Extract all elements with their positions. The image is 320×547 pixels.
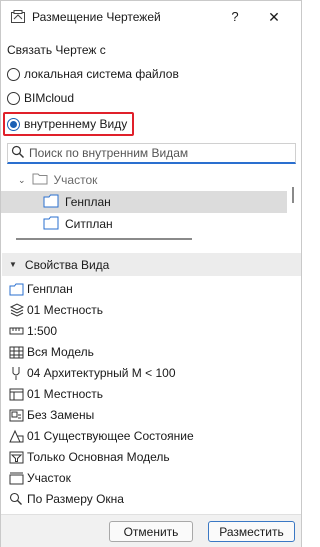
search-icon [11, 145, 25, 162]
prop-row-pen: 04 Архитектурный М < 100 [8, 363, 176, 383]
model-view-icon [8, 386, 24, 402]
title-bar[interactable]: Размещение Чертежей ? ✕ [1, 1, 301, 33]
search-box[interactable] [7, 143, 296, 164]
dialog-footer: Отменить Разместить [1, 514, 301, 547]
folder-icon [32, 172, 48, 188]
filter-icon [8, 449, 24, 465]
place-button[interactable]: Разместить [208, 521, 295, 542]
view-icon [8, 281, 24, 297]
chevron-down-icon[interactable]: ⌄ [18, 175, 26, 186]
prop-row-override: Без Замены [8, 405, 94, 425]
graphic-override-icon [8, 407, 24, 423]
prop-value: Участок [27, 471, 71, 485]
collapse-caret-icon[interactable]: ▼ [9, 260, 17, 269]
radio-local-files-label: локальная система файлов [24, 67, 179, 81]
prop-value: Только Основная Модель [27, 450, 170, 464]
dialog-window: Размещение Чертежей ? ✕ Связать Чертеж с… [0, 0, 302, 547]
prop-value: Вся Модель [27, 345, 94, 359]
link-label: Связать Чертеж с [7, 43, 106, 57]
cancel-button[interactable]: Отменить [109, 521, 193, 542]
radio-internal-view-label: внутреннему Виду [24, 117, 128, 131]
view-tree[interactable]: ⌄ Участок Генплан Ситплан [1, 168, 301, 238]
view-icon [43, 194, 59, 211]
prop-row-model-view: 01 Местность [8, 384, 103, 404]
tree-item-label: Участок [53, 173, 98, 187]
close-button[interactable]: ✕ [261, 6, 287, 28]
radio-bimcloud[interactable]: BIMcloud [7, 89, 74, 107]
scale-icon [8, 323, 24, 339]
tree-item-folder[interactable]: ⌄ Участок [1, 169, 287, 191]
radio-bimcloud-indicator[interactable] [7, 91, 20, 105]
app-icon [10, 9, 26, 25]
properties-header[interactable]: ▼ Свойства Вида [2, 253, 301, 276]
prop-value: По Размеру Окна [27, 492, 124, 506]
radio-local-files-indicator[interactable] [7, 67, 20, 81]
prop-row-renovation: 01 Существующее Состояние [8, 426, 194, 446]
radio-internal-view[interactable]: внутреннему Виду [7, 115, 127, 133]
structure-icon [8, 344, 24, 360]
view-icon [43, 216, 59, 233]
tree-item-selected[interactable]: Генплан [1, 191, 287, 213]
prop-value: 1:500 [27, 324, 58, 338]
prop-value: Генплан [27, 282, 73, 296]
tree-item-label: Генплан [65, 195, 111, 209]
tree-scrollbar-vertical[interactable] [292, 187, 294, 203]
prop-row-structure: Вся Модель [8, 342, 94, 362]
prop-row-zoom: По Размеру Окна [8, 489, 124, 509]
tree-item[interactable]: Ситплан [1, 213, 287, 235]
radio-local-files[interactable]: локальная система файлов [7, 65, 179, 83]
prop-value: Без Замены [27, 408, 95, 422]
prop-row-filter: Только Основная Модель [8, 447, 170, 467]
radio-bimcloud-label: BIMcloud [24, 91, 75, 105]
prop-value: 04 Архитектурный М < 100 [27, 366, 176, 380]
properties-header-label: Свойства Вида [24, 257, 110, 272]
tree-item-label: Ситплан [65, 217, 113, 231]
prop-row-view: Генплан [8, 279, 73, 299]
renovation-icon [8, 428, 24, 444]
pen-icon [8, 365, 24, 381]
prop-value: 01 Существующее Состояние [27, 429, 194, 443]
prop-row-dimension: Участок [8, 468, 71, 488]
prop-value: 01 Местность [27, 387, 104, 401]
zoom-icon [8, 491, 24, 507]
prop-row-scale: 1:500 [8, 321, 57, 341]
layers-icon [8, 302, 24, 318]
prop-row-layers: 01 Местность [8, 300, 103, 320]
tree-scrollbar-horizontal[interactable] [16, 238, 192, 240]
prop-value: 01 Местность [27, 303, 104, 317]
dialog-title: Размещение Чертежей [32, 10, 161, 24]
search-input[interactable] [29, 146, 279, 160]
dimension-icon [8, 470, 24, 486]
radio-internal-view-indicator[interactable] [7, 117, 20, 131]
help-button[interactable]: ? [222, 6, 248, 28]
